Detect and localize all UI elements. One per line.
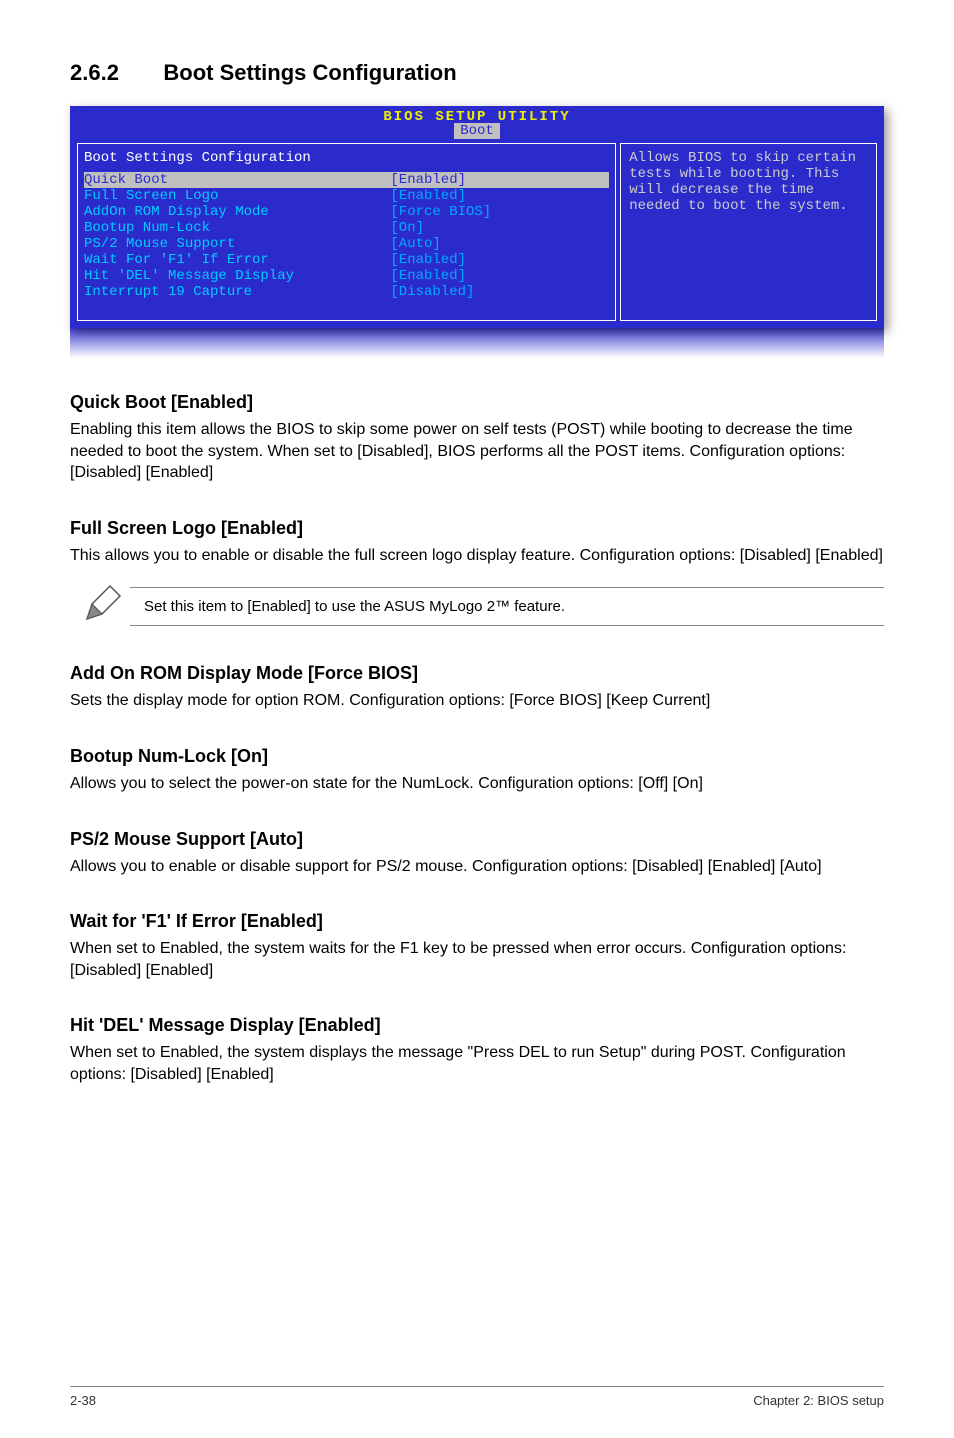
- bios-window: BIOS SETUP UTILITY Boot Boot Settings Co…: [70, 106, 884, 328]
- bios-tab-bar: Boot: [71, 123, 883, 139]
- bios-setting-value: [Enabled]: [390, 188, 609, 204]
- bios-setting-label: PS/2 Mouse Support: [84, 236, 390, 252]
- pencil-icon: [82, 584, 130, 629]
- bios-setting-value: [Enabled]: [390, 268, 609, 284]
- setting-heading: Hit 'DEL' Message Display [Enabled]: [70, 1015, 884, 1036]
- bios-setting-row: AddOn ROM Display Mode [Force BIOS]: [84, 204, 609, 220]
- setting-description: Enabling this item allows the BIOS to sk…: [70, 419, 884, 484]
- bios-setting-row: Quick Boot [Enabled]: [84, 172, 609, 188]
- setting-description: This allows you to enable or disable the…: [70, 545, 884, 567]
- bios-setting-row: Hit 'DEL' Message Display [Enabled]: [84, 268, 609, 284]
- bios-panel-header: Boot Settings Configuration: [84, 150, 609, 166]
- setting-description: Allows you to enable or disable support …: [70, 856, 884, 878]
- bios-setting-row: PS/2 Mouse Support [Auto]: [84, 236, 609, 252]
- bios-setting-value: [Force BIOS]: [390, 204, 609, 220]
- bios-setting-label: Interrupt 19 Capture: [84, 284, 390, 300]
- section-header: 2.6.2 Boot Settings Configuration: [70, 60, 884, 86]
- bios-setting-row: Wait For 'F1' If Error [Enabled]: [84, 252, 609, 268]
- setting-heading: Bootup Num-Lock [On]: [70, 746, 884, 767]
- bios-setting-label: AddOn ROM Display Mode: [84, 204, 390, 220]
- bios-settings-panel: Boot Settings Configuration Quick Boot […: [77, 143, 616, 321]
- setting-heading: Wait for 'F1' If Error [Enabled]: [70, 911, 884, 932]
- bios-setting-value: [Auto]: [390, 236, 609, 252]
- bios-setting-label: Hit 'DEL' Message Display: [84, 268, 390, 284]
- bios-help-text: Allows BIOS to skip certain tests while …: [629, 150, 856, 214]
- bios-setting-row: Interrupt 19 Capture [Disabled]: [84, 284, 609, 300]
- setting-description: Sets the display mode for option ROM. Co…: [70, 690, 884, 712]
- bios-help-panel: Allows BIOS to skip certain tests while …: [620, 143, 877, 321]
- page: 2.6.2 Boot Settings Configuration BIOS S…: [0, 0, 954, 1438]
- bios-setting-row: Bootup Num-Lock [On]: [84, 220, 609, 236]
- bios-setting-label: Bootup Num-Lock: [84, 220, 390, 236]
- bios-setting-label: Full Screen Logo: [84, 188, 390, 204]
- bios-setting-label: Wait For 'F1' If Error: [84, 252, 390, 268]
- chapter-label: Chapter 2: BIOS setup: [753, 1393, 884, 1408]
- bios-active-tab: Boot: [454, 123, 500, 139]
- note-callout: Set this item to [Enabled] to use the AS…: [82, 584, 884, 629]
- page-footer: 2-38 Chapter 2: BIOS setup: [70, 1386, 884, 1408]
- bios-setting-value: [Enabled]: [390, 252, 609, 268]
- bios-setting-value: [On]: [390, 220, 609, 236]
- setting-description: When set to Enabled, the system waits fo…: [70, 938, 884, 981]
- page-number: 2-38: [70, 1393, 96, 1408]
- setting-description: When set to Enabled, the system displays…: [70, 1042, 884, 1085]
- setting-heading: Full Screen Logo [Enabled]: [70, 518, 884, 539]
- bios-shadow: [70, 328, 884, 358]
- setting-heading: PS/2 Mouse Support [Auto]: [70, 829, 884, 850]
- section-number: 2.6.2: [70, 60, 119, 86]
- section-title: Boot Settings Configuration: [163, 60, 456, 86]
- bios-panels: Boot Settings Configuration Quick Boot […: [71, 139, 883, 327]
- setting-heading: Quick Boot [Enabled]: [70, 392, 884, 413]
- bios-setting-value: [Disabled]: [390, 284, 609, 300]
- note-text: Set this item to [Enabled] to use the AS…: [130, 587, 884, 626]
- bios-setting-label: Quick Boot: [84, 172, 390, 188]
- setting-description: Allows you to select the power-on state …: [70, 773, 884, 795]
- setting-heading: Add On ROM Display Mode [Force BIOS]: [70, 663, 884, 684]
- bios-setting-value: [Enabled]: [390, 172, 609, 188]
- bios-setting-row: Full Screen Logo [Enabled]: [84, 188, 609, 204]
